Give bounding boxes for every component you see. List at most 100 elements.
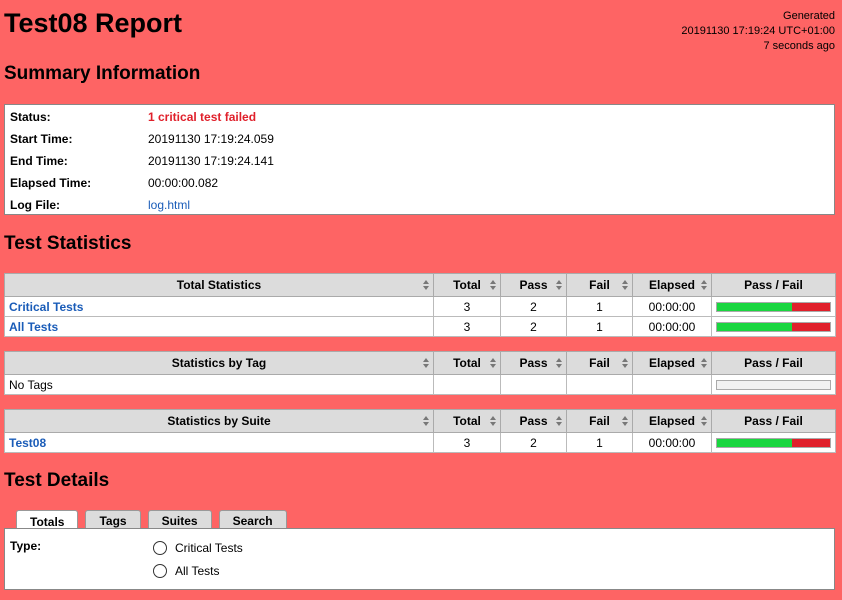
option-label: All Tests xyxy=(175,564,220,578)
column-header-pass[interactable]: Pass xyxy=(500,273,567,297)
status-value: 1 critical test failed xyxy=(148,110,257,124)
column-header-elapsed[interactable]: Elapsed xyxy=(632,351,712,375)
column-header-total[interactable]: Total xyxy=(433,409,501,433)
column-header-label: Pass xyxy=(519,356,548,370)
details-heading: Test Details xyxy=(4,470,110,491)
column-header-label: Pass / Fail xyxy=(744,278,803,292)
table-row: All Tests 3 2 1 00:00:00 xyxy=(4,316,836,337)
sort-icon xyxy=(701,358,708,369)
summary-row-log-file: Log File: log.html xyxy=(5,194,834,216)
elapsed-cell: 00:00:00 xyxy=(632,432,712,453)
column-header-label: Fail xyxy=(589,414,610,428)
sort-icon xyxy=(622,280,629,291)
start-time-value: 20191130 17:19:24.059 xyxy=(148,132,274,146)
critical-tests-link[interactable]: Critical Tests xyxy=(9,300,83,314)
column-header-label: Statistics by Tag xyxy=(171,356,267,370)
pass-bar-segment xyxy=(717,438,793,447)
column-header-label: Statistics by Suite xyxy=(167,414,271,428)
column-header-label: Elapsed xyxy=(648,356,696,370)
fail-cell: 1 xyxy=(566,432,633,453)
column-header-label: Total xyxy=(453,414,481,428)
column-header-pass-fail: Pass / Fail xyxy=(711,351,836,375)
pass-bar-segment xyxy=(717,322,793,331)
sort-icon xyxy=(423,416,430,427)
elapsed-cell: 00:00:00 xyxy=(632,296,712,317)
pass-cell: 2 xyxy=(500,316,567,337)
total-cell: 3 xyxy=(433,316,501,337)
summary-row-status: Status: 1 critical test failed xyxy=(5,106,834,128)
statistics-heading: Test Statistics xyxy=(4,233,132,254)
pass-cell: 2 xyxy=(500,432,567,453)
table-row: No Tags xyxy=(4,374,836,395)
column-header-pass[interactable]: Pass xyxy=(500,409,567,433)
no-tags-cell: No Tags xyxy=(4,374,434,395)
sort-icon xyxy=(701,280,708,291)
total-cell xyxy=(433,374,501,395)
summary-heading: Summary Information xyxy=(4,63,201,84)
pass-cell: 2 xyxy=(500,296,567,317)
sort-icon xyxy=(490,358,497,369)
column-header-label: Total xyxy=(453,356,481,370)
fail-bar-segment xyxy=(792,302,830,311)
summary-row-start-time: Start Time: 20191130 17:19:24.059 xyxy=(5,128,834,150)
column-header-label: Total xyxy=(453,278,481,292)
generated-time: 20191130 17:19:24 UTC+01:00 xyxy=(681,25,835,37)
generated-label: Generated xyxy=(783,10,835,22)
table-row: Critical Tests 3 2 1 00:00:00 xyxy=(4,296,836,317)
sort-icon xyxy=(701,416,708,427)
column-header-fail[interactable]: Fail xyxy=(566,409,633,433)
pass-fail-bar xyxy=(716,321,831,332)
column-header-pass-fail: Pass / Fail xyxy=(711,409,836,433)
log-file-link[interactable]: log.html xyxy=(148,198,190,212)
total-cell: 3 xyxy=(433,432,501,453)
table-row: Test08 3 2 1 00:00:00 xyxy=(4,432,836,453)
fail-bar-segment xyxy=(792,322,830,331)
elapsed-cell: 00:00:00 xyxy=(632,316,712,337)
generated-info: Generated 20191130 17:19:24 UTC+01:00 7 … xyxy=(681,9,835,54)
type-label: Type: xyxy=(10,539,42,553)
column-header-name[interactable]: Statistics by Suite xyxy=(4,409,434,433)
sort-icon xyxy=(622,358,629,369)
column-header-fail[interactable]: Fail xyxy=(566,273,633,297)
suite-link[interactable]: Test08 xyxy=(9,436,46,450)
generated-ago: 7 seconds ago xyxy=(763,40,835,52)
sort-icon xyxy=(423,280,430,291)
sort-icon xyxy=(423,358,430,369)
elapsed-cell xyxy=(632,374,712,395)
summary-row-end-time: End Time: 20191130 17:19:24.141 xyxy=(5,150,834,172)
radio-button[interactable] xyxy=(153,541,167,555)
details-panel: Type: Critical Tests All Tests xyxy=(4,528,835,590)
sort-icon xyxy=(556,280,563,291)
column-header-total[interactable]: Total xyxy=(433,273,501,297)
radio-button[interactable] xyxy=(153,564,167,578)
column-header-label: Fail xyxy=(589,278,610,292)
critical-tests-option[interactable]: Critical Tests xyxy=(153,541,243,555)
column-header-total[interactable]: Total xyxy=(433,351,501,375)
column-header-label: Fail xyxy=(589,356,610,370)
column-header-pass-fail: Pass / Fail xyxy=(711,273,836,297)
total-cell: 3 xyxy=(433,296,501,317)
all-tests-link[interactable]: All Tests xyxy=(9,320,58,334)
sort-icon xyxy=(490,280,497,291)
option-label: Critical Tests xyxy=(175,541,243,555)
column-header-pass[interactable]: Pass xyxy=(500,351,567,375)
all-tests-option[interactable]: All Tests xyxy=(153,564,219,578)
column-header-elapsed[interactable]: Elapsed xyxy=(632,273,712,297)
summary-label: End Time: xyxy=(10,154,68,168)
pass-cell xyxy=(500,374,567,395)
column-header-fail[interactable]: Fail xyxy=(566,351,633,375)
report-title: Test08 Report xyxy=(4,8,183,38)
pass-bar-segment xyxy=(717,302,793,311)
summary-row-elapsed-time: Elapsed Time: 00:00:00.082 xyxy=(5,172,834,194)
end-time-value: 20191130 17:19:24.141 xyxy=(148,154,274,168)
column-header-name[interactable]: Statistics by Tag xyxy=(4,351,434,375)
column-header-name[interactable]: Total Statistics xyxy=(4,273,434,297)
fail-bar-segment xyxy=(792,438,830,447)
column-header-elapsed[interactable]: Elapsed xyxy=(632,409,712,433)
column-header-label: Total Statistics xyxy=(176,278,262,292)
pass-fail-bar xyxy=(716,301,831,312)
sort-icon xyxy=(490,416,497,427)
fail-cell xyxy=(566,374,633,395)
summary-label: Start Time: xyxy=(10,132,73,146)
summary-label: Log File: xyxy=(10,198,60,212)
